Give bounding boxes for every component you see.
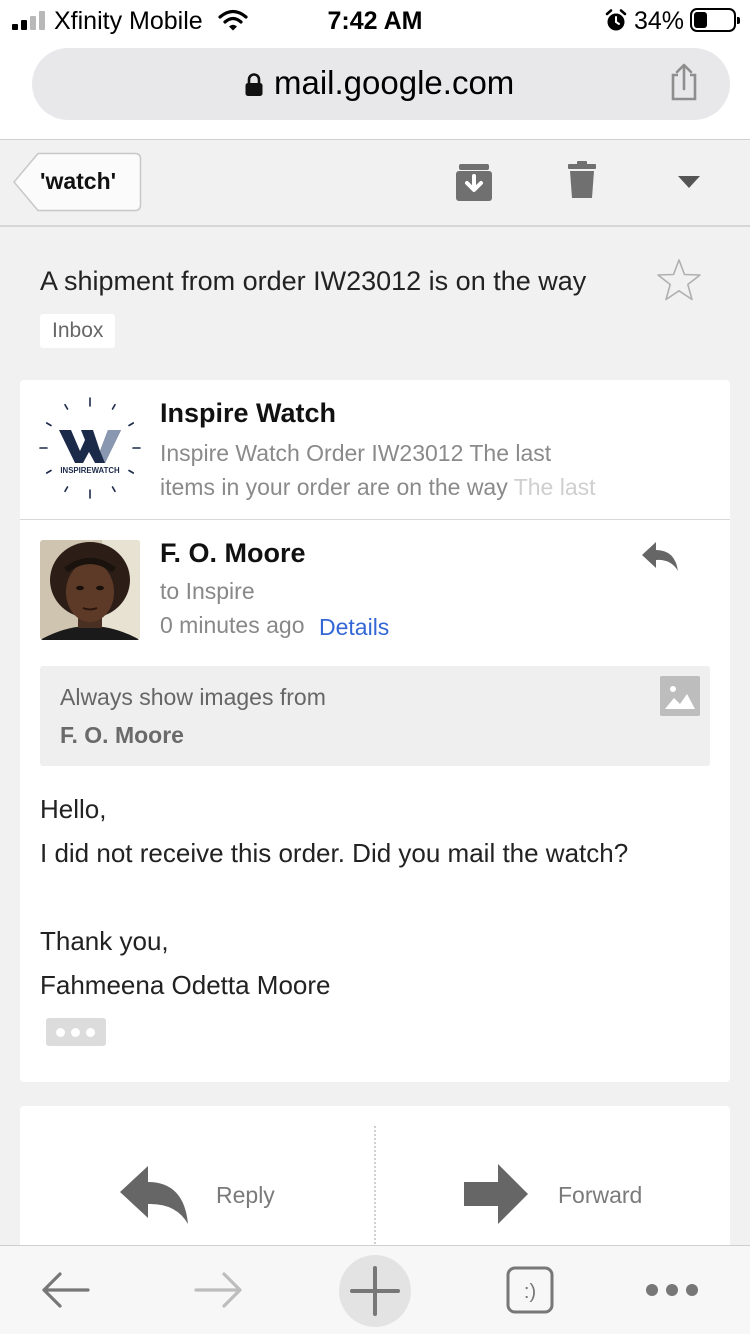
back-arrow-icon[interactable] bbox=[40, 1270, 90, 1310]
reply-icon[interactable] bbox=[640, 540, 680, 572]
mail-toolbar: 'watch' bbox=[0, 141, 750, 227]
browser-bottom-bar: :) bbox=[0, 1245, 750, 1334]
body-line: I did not receive this order. Did you ma… bbox=[40, 838, 629, 868]
tabs-icon[interactable]: :) bbox=[506, 1266, 554, 1314]
forward-label: Forward bbox=[558, 1182, 643, 1208]
reply-label: Reply bbox=[216, 1182, 275, 1208]
share-icon[interactable] bbox=[668, 62, 700, 102]
snippet-fade: The last bbox=[513, 474, 596, 500]
battery-icon bbox=[690, 8, 740, 32]
label-chip-inbox[interactable]: Inbox bbox=[40, 314, 116, 348]
body-closing: Thank you, bbox=[40, 926, 169, 956]
dropdown-icon[interactable] bbox=[678, 176, 700, 188]
show-images-banner[interactable]: Always show images from F. O. Moore bbox=[40, 666, 710, 766]
show-images-prompt: Always show images from bbox=[60, 684, 326, 710]
trash-icon[interactable] bbox=[568, 161, 596, 199]
avatar bbox=[40, 540, 140, 640]
battery-percent: 34% bbox=[634, 7, 685, 35]
forward-arrow-icon bbox=[464, 1164, 528, 1224]
collapsed-message[interactable]: INSPIREWATCH Inspire Watch Inspire Watch… bbox=[20, 380, 730, 520]
more-menu-icon[interactable] bbox=[644, 1282, 700, 1298]
sender-name: F. O. Moore bbox=[160, 538, 306, 568]
status-bar: Xfinity Mobile 7:42 AM 34% bbox=[0, 0, 750, 40]
show-trimmed-content-button[interactable] bbox=[46, 1018, 106, 1046]
star-icon[interactable] bbox=[656, 258, 702, 302]
reply-arrow-icon bbox=[120, 1166, 188, 1224]
body-signature: Fahmeena Odetta Moore bbox=[40, 970, 331, 1000]
tabs-icon-text: :) bbox=[524, 1281, 536, 1303]
details-link[interactable]: Details bbox=[319, 614, 389, 641]
recipient-summary: to Inspire bbox=[160, 578, 255, 604]
lock-icon bbox=[245, 73, 263, 96]
browser-address-area: mail.google.com bbox=[0, 40, 750, 140]
snippet-line-1: Inspire Watch Order IW23012 The last bbox=[160, 440, 552, 466]
snippet-line-2: items in your order are on the way bbox=[160, 474, 514, 500]
url-text: mail.google.com bbox=[274, 64, 515, 101]
logo-text: INSPIREWATCH bbox=[60, 466, 120, 475]
reply-forward-card: Reply Forward bbox=[20, 1106, 730, 1256]
alarm-clock-icon bbox=[605, 9, 627, 31]
back-to-search-label: 'watch' bbox=[40, 168, 117, 194]
collapsed-snippet: Inspire Watch Order IW23012 The last ite… bbox=[160, 436, 610, 504]
address-bar[interactable]: mail.google.com bbox=[32, 48, 730, 120]
collapsed-sender-name: Inspire Watch bbox=[160, 398, 337, 428]
show-images-sender: F. O. Moore bbox=[60, 722, 184, 748]
message-time: 0 minutes ago bbox=[160, 612, 305, 638]
email-subject: A shipment from order IW23012 is on the … bbox=[40, 266, 587, 296]
inspire-watch-logo: INSPIREWATCH bbox=[39, 397, 141, 499]
image-icon[interactable] bbox=[660, 676, 700, 716]
body-greeting: Hello, bbox=[40, 794, 107, 824]
forward-nav-arrow-icon[interactable] bbox=[194, 1270, 244, 1310]
message-card: INSPIREWATCH Inspire Watch Inspire Watch… bbox=[20, 380, 730, 1082]
archive-icon[interactable] bbox=[456, 163, 492, 201]
actions-divider bbox=[374, 1126, 376, 1256]
new-tab-plus-icon[interactable] bbox=[338, 1254, 412, 1328]
